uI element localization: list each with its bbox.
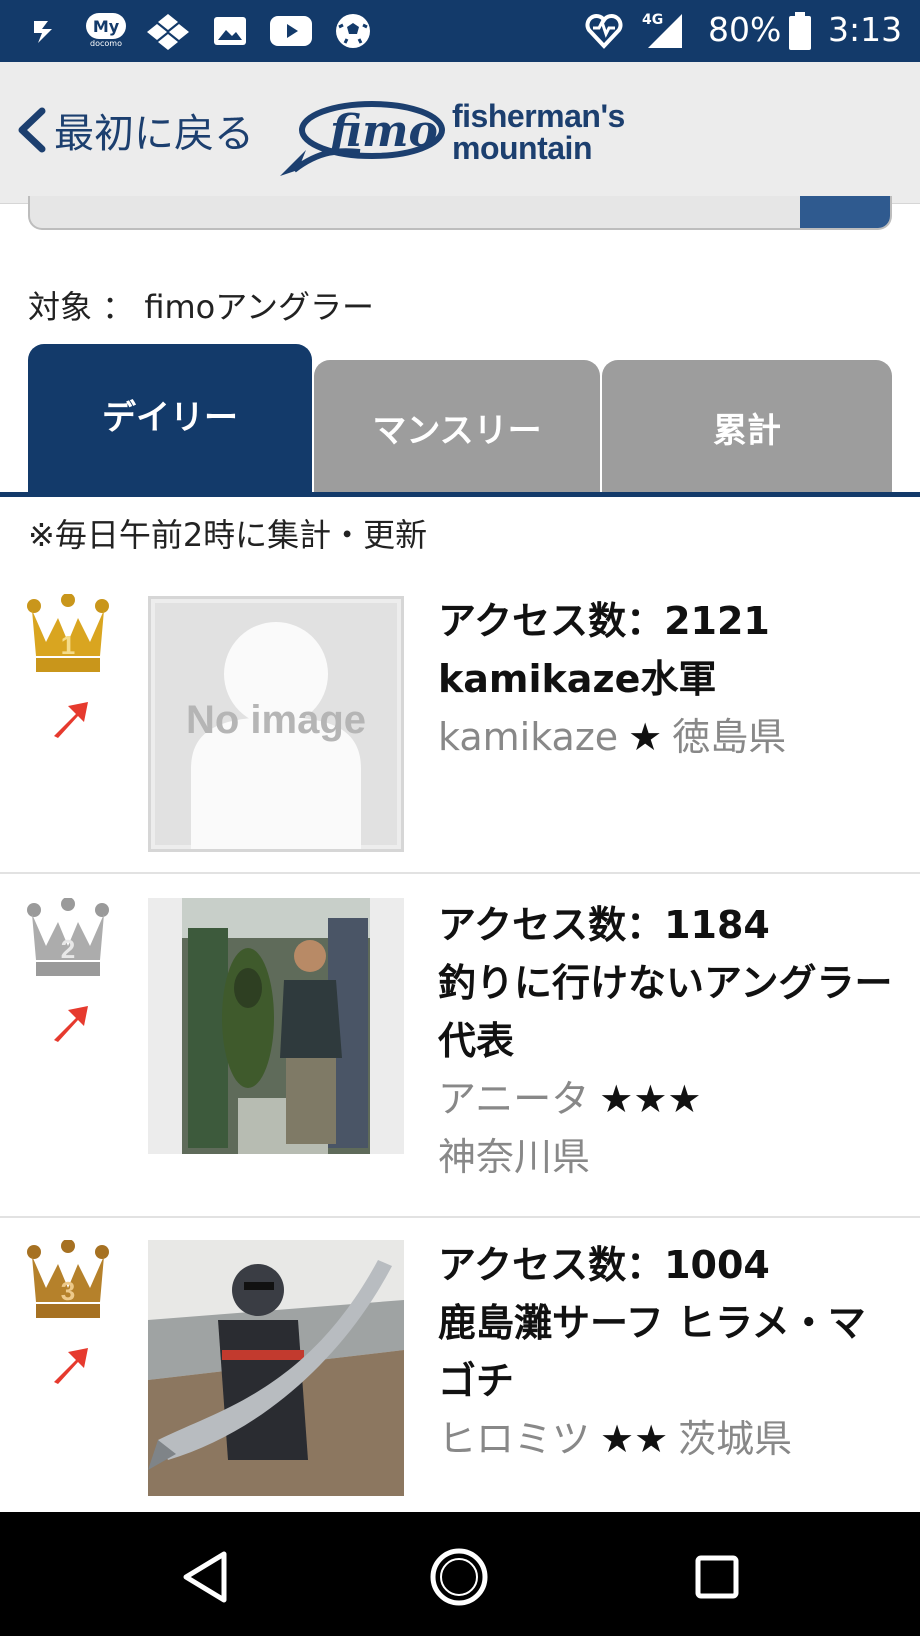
angler-photo	[182, 898, 370, 1154]
update-note: ※毎日午前2時に集計・更新	[28, 516, 428, 554]
tab-daily-label: デイリー	[102, 398, 238, 438]
status-bar: My docomo 4G 80% 3:13	[0, 0, 920, 62]
home-circle-icon[interactable]	[424, 1542, 494, 1612]
gold-crown-icon: 1	[27, 594, 109, 672]
tab-total-label: 累計	[713, 410, 781, 451]
trend-up-arrow-icon	[54, 1348, 88, 1384]
profile-thumbnail[interactable]	[148, 1240, 404, 1496]
back-button[interactable]: 最初に戻る	[14, 100, 254, 160]
trend-up-arrow-icon	[54, 1006, 88, 1042]
back-triangle-icon[interactable]	[170, 1542, 240, 1612]
ranking-info: アクセス数：1004 鹿島灘サーフ ヒラメ・マゴチ ヒロミツ ★★ 茨城県	[438, 1236, 898, 1468]
docomo-badge-text: My	[86, 13, 126, 39]
prefecture: 茨城県	[678, 1417, 793, 1461]
back-label: 最初に戻る	[54, 111, 254, 157]
clock: 3:13	[828, 10, 903, 49]
ranking-meta: アニータ ★★★ 神奈川県	[438, 1070, 898, 1186]
bronze-crown-icon: 3	[27, 1240, 109, 1318]
recents-square-icon[interactable]	[682, 1542, 752, 1612]
app-header: 最初に戻る fimo fisherman's mountain	[0, 62, 920, 204]
ranking-item[interactable]: 1 No image アクセス数：2121 kamikaze水軍 kamikaz…	[0, 568, 920, 874]
tab-monthly[interactable]: マンスリー	[314, 360, 600, 494]
rank-number: 1	[61, 630, 75, 660]
logo-word: fimo	[327, 106, 438, 157]
logo-text: fisherman's mountain	[452, 100, 625, 164]
system-nav-bar	[0, 1512, 920, 1636]
tab-total[interactable]: 累計	[602, 360, 892, 494]
search-bar[interactable]	[28, 196, 892, 230]
ranking-item[interactable]: 2 アクセス数：1184 釣りに行けないアングラー代表 アニータ ★★★ 神奈川県	[0, 874, 920, 1218]
profile-thumbnail[interactable]: No image	[148, 596, 404, 852]
access-count: アクセス数：1184	[438, 903, 770, 947]
fimo-logo[interactable]: fimo fisherman's mountain	[280, 90, 640, 180]
ranking-title[interactable]: kamikaze水軍	[438, 650, 898, 708]
rank-number: 2	[61, 934, 75, 964]
trend-up-arrow-icon	[54, 702, 88, 738]
profile-thumbnail[interactable]	[148, 898, 404, 1154]
angler-photo	[148, 1240, 404, 1496]
network-type: 4G	[642, 12, 664, 28]
battery-icon	[788, 12, 812, 50]
prefecture: 神奈川県	[438, 1135, 591, 1179]
signal-icon: 4G	[640, 12, 686, 50]
no-image-placeholder-icon: No image	[155, 603, 397, 849]
ranking-info: アクセス数：1184 釣りに行けないアングラー代表 アニータ ★★★ 神奈川県	[438, 896, 898, 1186]
star-rating: ★★★	[599, 1077, 702, 1121]
logo-line-1: fisherman's	[452, 98, 625, 134]
chevron-left-icon	[18, 107, 46, 153]
star-rating: ★	[628, 715, 663, 759]
ranking-item[interactable]: 3 アクセス数：1004 鹿島灘サーフ ヒラメ・マゴチ ヒロミツ ★★ 茨城県	[0, 1218, 920, 1518]
user-name[interactable]: kamikaze	[438, 715, 618, 759]
access-count: アクセス数：2121	[438, 599, 770, 643]
ranking-title[interactable]: 釣りに行けないアングラー代表	[438, 954, 898, 1070]
tab-monthly-label: マンスリー	[372, 410, 542, 451]
rank-number: 3	[61, 1276, 75, 1306]
search-button[interactable]	[800, 196, 890, 228]
youtube-icon	[270, 12, 312, 50]
ranking-meta: ヒロミツ ★★ 茨城県	[438, 1410, 898, 1468]
user-name[interactable]: アニータ	[438, 1077, 589, 1121]
target-label: 対象 ： fimoアングラー	[28, 288, 374, 326]
user-name[interactable]: ヒロミツ	[438, 1417, 590, 1461]
access-count: アクセス数：1004	[438, 1243, 770, 1287]
docomo-sub-text: docomo	[90, 39, 122, 48]
docomo-my-icon: My docomo	[84, 12, 128, 50]
ranking-info: アクセス数：2121 kamikaze水軍 kamikaze ★ 徳島県	[438, 592, 898, 766]
logo-line-2: mountain	[452, 130, 592, 166]
health-icon	[584, 12, 624, 50]
tab-daily[interactable]: デイリー	[28, 344, 312, 494]
tab-underline	[0, 492, 920, 497]
download-icon	[26, 12, 62, 50]
ranking-title[interactable]: 鹿島灘サーフ ヒラメ・マゴチ	[438, 1294, 898, 1410]
silver-crown-icon: 2	[27, 898, 109, 976]
prefecture: 徳島県	[672, 715, 787, 759]
battery-percent: 80%	[708, 10, 782, 49]
soccer-ball-icon	[334, 12, 372, 50]
no-image-text: No image	[186, 698, 366, 742]
star-rating: ★★	[600, 1417, 669, 1461]
app-grid-icon	[146, 12, 190, 50]
ranking-meta: kamikaze ★ 徳島県	[438, 708, 898, 766]
gallery-icon	[212, 12, 248, 50]
fimo-fish-icon: fimo	[280, 101, 445, 176]
